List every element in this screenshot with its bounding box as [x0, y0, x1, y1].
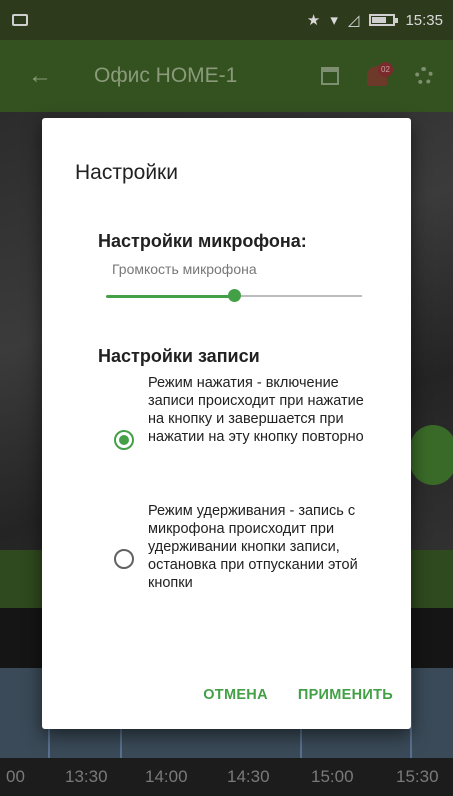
gear-icon[interactable]: [415, 67, 433, 85]
mic-volume-label: Громкость микрофона: [112, 261, 257, 277]
apply-button[interactable]: ПРИМЕНИТЬ: [298, 687, 393, 703]
settings-dialog: Настройки Настройки микрофона: Громкость…: [42, 118, 411, 729]
cancel-button[interactable]: ОТМЕНА: [203, 687, 268, 703]
timeline-labels: 00 13:30 14:00 14:30 15:00 15:30: [0, 758, 453, 796]
slider-thumb[interactable]: [228, 289, 241, 302]
slider-track-active: [106, 295, 234, 298]
dialog-title: Настройки: [75, 161, 178, 184]
notification-badge: 02: [378, 62, 393, 77]
radio-button[interactable]: [114, 549, 134, 569]
radio-option-hold-mode[interactable]: Режим удерживания - запись с микрофона п…: [114, 502, 384, 628]
timeline-label: 00: [6, 767, 25, 786]
back-arrow-icon[interactable]: ←: [28, 62, 68, 90]
timeline-label: 14:30: [227, 767, 270, 786]
app-bar: ← Офис HOME-1 02: [0, 40, 453, 112]
radio-option-press-mode[interactable]: Режим нажатия - включение записи происхо…: [114, 374, 384, 500]
record-settings-heading: Настройки записи: [98, 346, 260, 366]
timeline-label: 15:30: [396, 767, 439, 786]
notification-icon[interactable]: 02: [367, 62, 393, 86]
wifi-icon: ▾: [330, 12, 338, 29]
status-time: 15:35: [405, 11, 443, 29]
option-text: Режим удерживания - запись с микрофона п…: [148, 503, 358, 591]
radio-button[interactable]: [114, 430, 134, 450]
mic-settings-heading: Настройки микрофона:: [98, 231, 307, 251]
timeline-label: 13:30: [65, 767, 108, 786]
screenshot-icon: [12, 14, 28, 26]
slider-track-inactive: [234, 295, 362, 297]
signal-icon: ◿: [347, 12, 360, 29]
option-text: Режим нажатия - включение записи происхо…: [148, 375, 364, 445]
mic-volume-slider[interactable]: [106, 284, 362, 308]
mic-record-button[interactable]: [410, 425, 453, 485]
page-title: Офис HOME-1: [94, 64, 238, 87]
status-bar: ★ ▾ ◿ 15:35: [0, 0, 453, 40]
calendar-icon[interactable]: [321, 67, 339, 85]
timeline-label: 14:00: [145, 767, 188, 786]
timeline-label: 15:00: [311, 767, 354, 786]
star-icon: ★: [306, 12, 321, 29]
battery-icon: [369, 14, 399, 26]
